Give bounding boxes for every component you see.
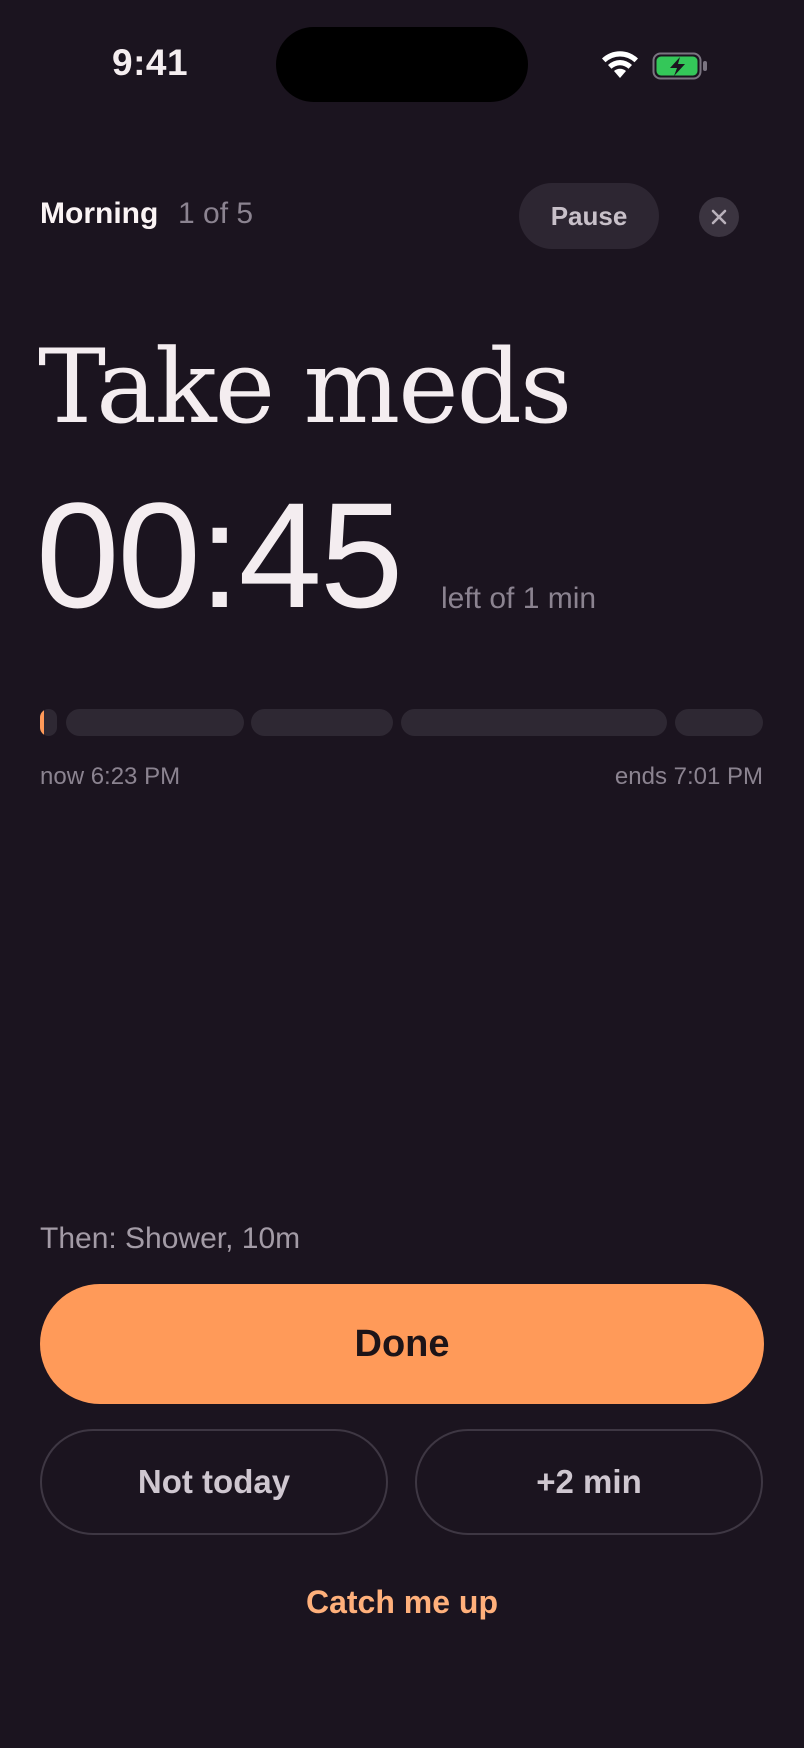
progress-segment <box>401 709 667 736</box>
progress-segment <box>40 709 57 736</box>
current-time-label: now 6:23 PM <box>40 763 181 790</box>
battery-charging-icon <box>652 52 707 80</box>
pause-button[interactable]: Pause <box>519 183 659 249</box>
task-title: Take meds <box>38 328 572 447</box>
step-indicator: 1 of 5 <box>178 197 254 230</box>
progress-segment <box>675 709 763 736</box>
duration-label: left of 1 min <box>441 582 597 615</box>
close-button[interactable] <box>699 197 739 237</box>
dynamic-island <box>276 27 528 102</box>
progress-segment <box>66 709 244 736</box>
not-today-button[interactable]: Not today <box>40 1429 388 1535</box>
catch-me-up-link[interactable]: Catch me up <box>0 1584 804 1621</box>
countdown-timer: 00:45 <box>36 471 403 639</box>
routine-name: Morning <box>40 197 159 230</box>
close-icon <box>711 209 727 225</box>
done-button[interactable]: Done <box>40 1284 764 1404</box>
wifi-icon <box>602 51 638 78</box>
next-task-label: Then: Shower, 10m <box>40 1222 301 1255</box>
progress-segment <box>251 709 393 736</box>
end-time-label: ends 7:01 PM <box>614 763 763 790</box>
status-bar-time: 9:41 <box>112 42 189 83</box>
add-two-minutes-button[interactable]: +2 min <box>415 1429 763 1535</box>
